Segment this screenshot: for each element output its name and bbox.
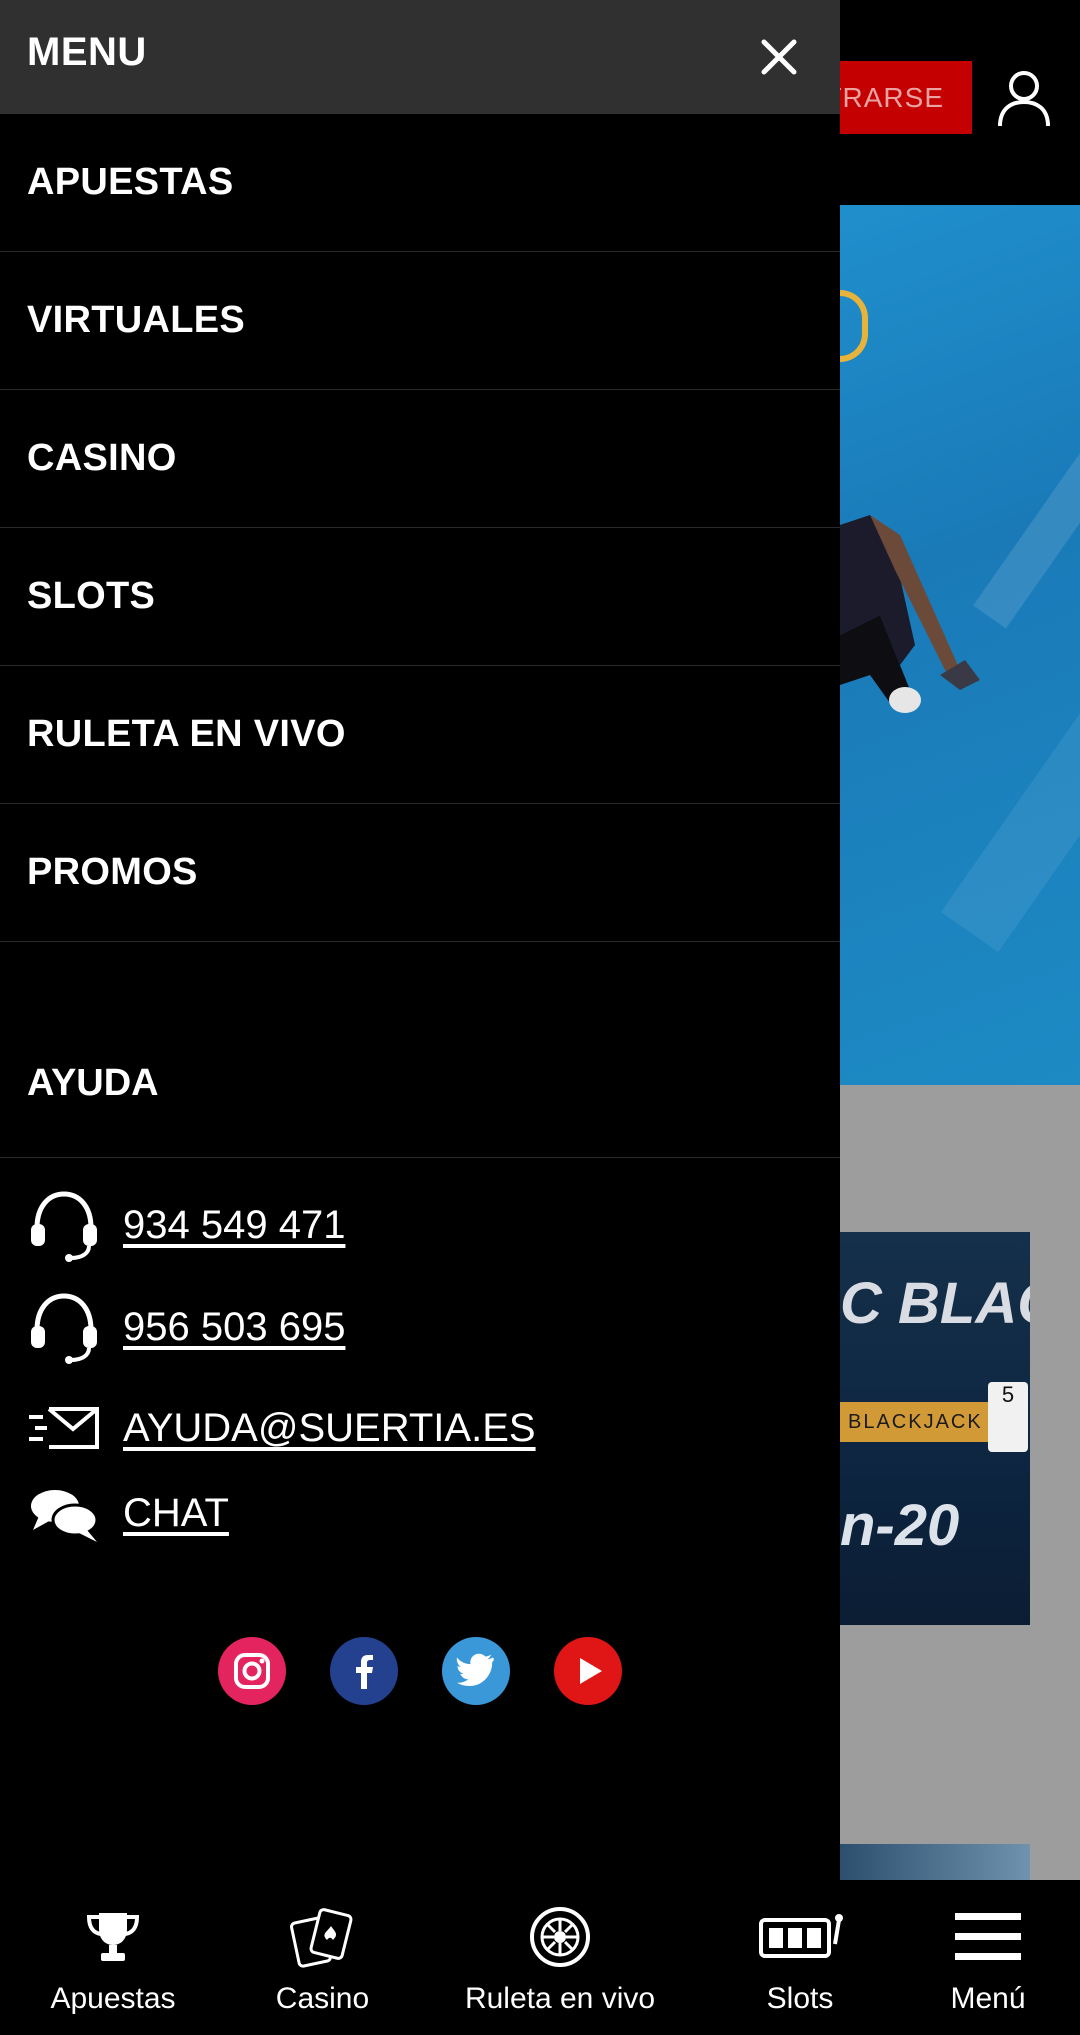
chat-bubbles-icon — [27, 1476, 101, 1550]
email-contact[interactable]: AYUDA@SUERTIA.ES — [27, 1391, 536, 1465]
menu-item-ruleta-en-vivo[interactable]: RULETA EN VIVO — [0, 666, 840, 804]
banner-logo-fragment — [840, 290, 868, 362]
phone-contact-2[interactable]: 956 503 695 — [27, 1290, 345, 1364]
phone-link-1[interactable]: 934 549 471 — [123, 1203, 345, 1248]
nav-label: Apuestas — [50, 1982, 176, 2015]
divider — [0, 1157, 840, 1158]
menu-item-promos[interactable]: PROMOS — [0, 804, 840, 942]
youtube-icon[interactable] — [554, 1637, 622, 1705]
side-menu-drawer: MENU APUESTAS VIRTUALES CASINO SLOTS RUL… — [0, 0, 840, 1880]
slot-machine-icon — [757, 1902, 843, 1972]
roulette-icon — [528, 1902, 592, 1972]
blackjack-promo-card[interactable]: C BLACKJA BLACKJACK 5 n-20 — [840, 1232, 1030, 1625]
phone-link-2[interactable]: 956 503 695 — [123, 1305, 345, 1350]
nav-slots[interactable]: Slots — [730, 1880, 870, 2035]
chat-link[interactable]: CHAT — [123, 1491, 229, 1536]
hamburger-icon — [955, 1902, 1021, 1972]
menu-item-label: VIRTUALES — [27, 299, 246, 341]
next-promo-card[interactable] — [840, 1844, 1030, 1880]
drawer-header: MENU — [0, 0, 840, 114]
menu-item-virtuales[interactable]: VIRTUALES — [0, 252, 840, 390]
menu-item-label: SLOTS — [27, 575, 156, 617]
bottom-navigation: Apuestas Casino Ruleta en vivo Slots Men… — [0, 1880, 1080, 2035]
headset-icon — [27, 1290, 101, 1364]
hero-banner[interactable] — [840, 205, 1080, 1085]
football-player-image — [840, 515, 980, 713]
menu-item-casino[interactable]: CASINO — [0, 390, 840, 528]
help-heading: AYUDA — [27, 1062, 159, 1104]
drawer-title: MENU — [27, 30, 147, 74]
headset-icon — [27, 1188, 101, 1262]
user-account-icon[interactable] — [995, 68, 1053, 130]
trophy-icon — [83, 1902, 143, 1972]
close-icon[interactable] — [752, 30, 806, 84]
menu-item-label: RULETA EN VIVO — [27, 713, 346, 755]
email-send-icon — [27, 1391, 101, 1465]
menu-item-label: PROMOS — [27, 851, 198, 893]
nav-apuestas[interactable]: Apuestas — [28, 1880, 198, 2035]
menu-item-apuestas[interactable]: APUESTAS — [0, 114, 840, 252]
nav-label: Ruleta en vivo — [464, 1982, 656, 2015]
nav-casino[interactable]: Casino — [250, 1880, 395, 2035]
menu-item-label: CASINO — [27, 437, 177, 479]
playing-card: 5 — [988, 1382, 1028, 1452]
facebook-icon[interactable] — [330, 1637, 398, 1705]
cards-icon — [289, 1902, 357, 1972]
email-link[interactable]: AYUDA@SUERTIA.ES — [123, 1406, 536, 1451]
nav-label: Casino — [275, 1982, 370, 2015]
menu-item-label: APUESTAS — [27, 161, 234, 203]
promo-ribbon: BLACKJACK — [840, 1402, 1010, 1442]
nav-menu[interactable]: Menú — [922, 1880, 1054, 2035]
chat-contact[interactable]: CHAT — [27, 1476, 229, 1550]
instagram-icon[interactable] — [218, 1637, 286, 1705]
promo-subtitle: n-20 — [840, 1493, 960, 1558]
promo-title: C BLACKJA — [840, 1271, 1030, 1336]
nav-label: Slots — [766, 1982, 834, 2015]
menu-item-slots[interactable]: SLOTS — [0, 528, 840, 666]
phone-contact-1[interactable]: 934 549 471 — [27, 1188, 345, 1262]
nav-ruleta-en-vivo[interactable]: Ruleta en vivo — [455, 1880, 665, 2035]
twitter-icon[interactable] — [442, 1637, 510, 1705]
nav-label: Menú — [950, 1982, 1026, 2015]
